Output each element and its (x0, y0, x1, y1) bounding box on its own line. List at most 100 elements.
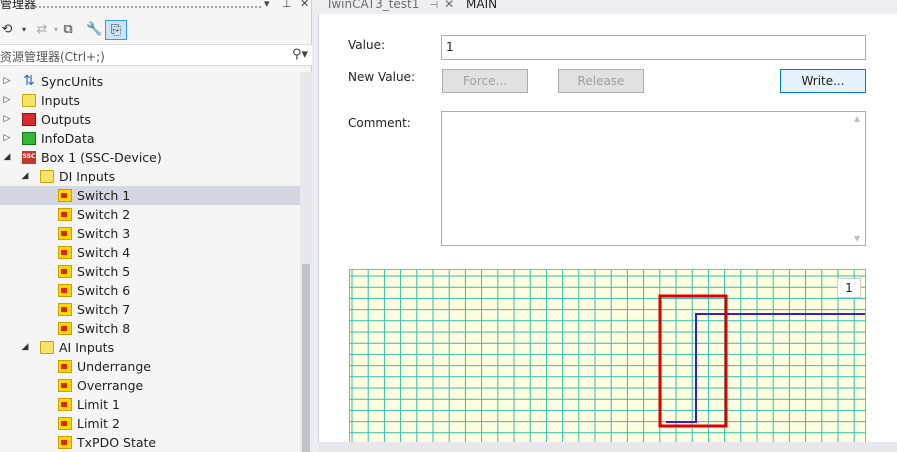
expand-icon[interactable]: ▷ (2, 91, 12, 110)
tree-item-label: Switch 7 (77, 302, 131, 317)
folder-icon (40, 341, 54, 354)
properties-wrench-icon[interactable]: 🔧 (86, 20, 102, 40)
explorer-toolbar: ⟲ ▾ ⇄ ▾ ⧉ 🔧 ⎘ (0, 18, 312, 42)
force-button[interactable]: Force... (442, 69, 528, 93)
title-grip (30, 5, 262, 9)
preview-selected-icon[interactable]: ⎘ (105, 20, 127, 40)
tree-item[interactable]: ▷ ⇅ SyncUnits (0, 72, 300, 91)
sync-dropdown-icon[interactable]: ▾ (52, 20, 60, 40)
document-tabs: TwinCAT3_test1 ⊣ ✕ MAIN (318, 0, 897, 14)
new-value-label: New Value: (348, 70, 415, 84)
collapse-icon[interactable]: ◢ (20, 338, 30, 357)
tree-item[interactable]: Switch 3 (0, 224, 300, 243)
explorer-tree: ▷ ⇅ SyncUnits ▷ Inputs ▷ Outputs ▷ InfoData ◢ SSC B… (0, 72, 300, 452)
collapse-icon[interactable]: ◢ (2, 148, 12, 167)
tab-label: TwinCAT3_test1 (326, 0, 420, 11)
tree-item[interactable]: TxPDO State (0, 433, 300, 452)
tree-item-label: Limit 2 (77, 416, 120, 431)
value-label: Value: (348, 38, 385, 52)
horizontal-scrollbar[interactable] (318, 442, 897, 452)
tab-label: MAIN (466, 0, 498, 11)
variable-icon (58, 417, 72, 430)
history-dropdown-icon[interactable]: ▾ (20, 20, 28, 40)
tree-item[interactable]: ◢ AI Inputs (0, 338, 300, 357)
collapse-all-icon[interactable]: ⧉ (60, 20, 76, 40)
tree-item-label: Outputs (41, 112, 91, 127)
signal-line (666, 313, 865, 423)
folder-icon (22, 94, 36, 107)
tree-item-label: Switch 2 (77, 207, 131, 222)
tab-twincat3-test1[interactable]: TwinCAT3_test1 ⊣ ✕ (326, 0, 454, 11)
window-position-icon[interactable]: ▾ (264, 0, 270, 10)
tree-item[interactable]: Limit 1 (0, 395, 300, 414)
folder-icon (40, 170, 54, 183)
tree-item-label: Inputs (41, 93, 80, 108)
tab-pin-icon[interactable]: ⊣ (429, 0, 438, 11)
outputs-icon (22, 113, 36, 126)
variable-icon (58, 189, 72, 202)
release-button[interactable]: Release (558, 69, 644, 93)
search-icon[interactable]: ⚲▾ (292, 47, 308, 62)
tree-item-label: Switch 4 (77, 245, 131, 260)
tab-main[interactable]: MAIN (466, 0, 497, 11)
tree-item[interactable]: Switch 4 (0, 243, 300, 262)
tree-item-label: Box 1 (SSC-Device) (41, 150, 162, 165)
variable-icon (58, 284, 72, 297)
tree-item-label: AI Inputs (59, 340, 115, 355)
tree-item-label: InfoData (41, 131, 95, 146)
variable-icon (58, 398, 72, 411)
tree-item[interactable]: Underrange (0, 357, 300, 376)
tree-item[interactable]: ▷ InfoData (0, 129, 300, 148)
close-icon[interactable]: ✕ (300, 0, 309, 10)
tab-close-icon[interactable]: ✕ (444, 0, 454, 11)
comment-field[interactable]: ▲ ▼ (441, 111, 866, 246)
infodata-icon (22, 132, 36, 145)
variable-icon (58, 303, 72, 316)
explorer-title-bar: 管理器 ▾ ⊥ ✕ (0, 0, 312, 14)
collapse-icon[interactable]: ◢ (20, 167, 30, 186)
explorer-scrollbar[interactable] (300, 72, 312, 452)
highlight-box (658, 294, 728, 428)
tree-item[interactable]: ▷ Outputs (0, 110, 300, 129)
tree-item[interactable]: Overrange (0, 376, 300, 395)
tree-item[interactable]: Switch 1 (0, 186, 300, 205)
tree-item-label: Switch 1 (77, 188, 131, 203)
scrollbar-thumb[interactable] (302, 264, 310, 452)
tree-item[interactable]: Switch 2 (0, 205, 300, 224)
tree-item-label: Switch 3 (77, 226, 131, 241)
chart-value-badge: 1 (837, 278, 861, 298)
tree-item-label: Limit 1 (77, 397, 120, 412)
tree-item[interactable]: Switch 6 (0, 281, 300, 300)
value-field[interactable]: 1 (441, 35, 866, 60)
tree-item-label: DI Inputs (59, 169, 116, 184)
comment-scrollbar[interactable]: ▲ ▼ (851, 112, 865, 245)
tree-item[interactable]: Switch 5 (0, 262, 300, 281)
tree-item-label: Switch 6 (77, 283, 131, 298)
solution-explorer: 管理器 ▾ ⊥ ✕ ⟲ ▾ ⇄ ▾ ⧉ 🔧 ⎘ 资源管理器(Ctrl+;) ⚲▾… (0, 0, 312, 452)
ssc-device-icon: SSC (22, 151, 36, 164)
chart-plot-area (350, 270, 865, 451)
scroll-down-icon[interactable]: ▼ (854, 234, 860, 243)
tree-item[interactable]: Limit 2 (0, 414, 300, 433)
comment-label: Comment: (348, 116, 411, 130)
explorer-search[interactable]: 资源管理器(Ctrl+;) ⚲▾ (0, 44, 312, 66)
tree-item[interactable]: ◢ DI Inputs (0, 167, 300, 186)
expand-icon[interactable]: ▷ (2, 72, 12, 91)
tree-item-label: Switch 8 (77, 321, 131, 336)
search-input[interactable]: 资源管理器(Ctrl+;) (0, 48, 105, 65)
variable-online-view: Value: 1 New Value: Force... Release Wri… (318, 14, 897, 452)
tree-item[interactable]: ◢ SSC Box 1 (SSC-Device) (0, 148, 300, 167)
value-trend-chart: 1 (349, 269, 866, 452)
history-icon[interactable]: ⟲ (0, 20, 14, 40)
write-button[interactable]: Write... (780, 69, 866, 93)
sync-active-icon[interactable]: ⇄ (34, 20, 50, 40)
tree-item[interactable]: Switch 7 (0, 300, 300, 319)
pin-icon[interactable]: ⊥ (282, 0, 292, 10)
tree-item[interactable]: Switch 8 (0, 319, 300, 338)
expand-icon[interactable]: ▷ (2, 110, 12, 129)
scroll-up-icon[interactable]: ▲ (854, 114, 860, 123)
tree-item[interactable]: ▷ Inputs (0, 91, 300, 110)
variable-icon (58, 379, 72, 392)
sync-icon: ⇅ (23, 73, 35, 89)
expand-icon[interactable]: ▷ (2, 129, 12, 148)
